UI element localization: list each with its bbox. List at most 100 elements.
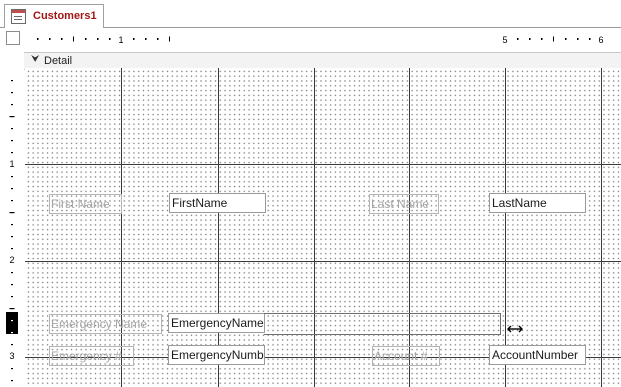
ruler-number: 3 <box>310 35 315 45</box>
ruler-number: 2 <box>214 35 219 45</box>
ruler-tick <box>253 38 255 40</box>
ruler-tick <box>73 36 74 42</box>
ruler-tick <box>9 308 15 310</box>
ruler-tick <box>145 38 147 40</box>
ruler-tick <box>229 38 231 40</box>
ruler-tick <box>529 38 531 40</box>
ruler-tick <box>361 36 362 42</box>
ruler-number: 2 <box>9 255 14 265</box>
emergency-number-label[interactable]: Emergency # <box>49 346 134 366</box>
ruler-tick <box>469 38 471 40</box>
ruler-tick <box>11 104 13 106</box>
ruler-tick <box>457 36 458 42</box>
ruler-tick <box>421 38 423 40</box>
tab-customers1[interactable]: Customers1 <box>4 4 104 28</box>
grid-line <box>314 68 315 387</box>
ruler-tick <box>11 368 13 370</box>
ruler-tick <box>11 152 13 154</box>
account-number-label[interactable]: Account # <box>372 346 440 366</box>
ruler-number: 3 <box>9 351 14 361</box>
ruler-tick <box>11 80 13 82</box>
ruler-tick <box>157 38 159 40</box>
ruler-tick <box>11 248 13 250</box>
grid-line <box>25 261 621 262</box>
account-number-textbox[interactable]: AccountNumber <box>489 345 586 365</box>
ruler-tick <box>11 200 13 202</box>
horizontal-ruler[interactable]: 1 2 3 4 5 6 <box>24 32 621 46</box>
ruler-tick <box>481 38 483 40</box>
ruler-tick <box>205 38 207 40</box>
form-icon <box>11 9 26 24</box>
emergency-name-label[interactable]: Emergency Name <box>49 314 162 334</box>
ruler-tick <box>181 38 183 40</box>
ruler-tick <box>277 38 279 40</box>
grid-line <box>25 164 621 165</box>
last-name-label[interactable]: Last Name <box>369 194 439 214</box>
ruler-tick <box>109 38 111 40</box>
ruler-tick <box>241 38 243 40</box>
ruler-tick <box>493 38 495 40</box>
design-grid[interactable] <box>25 68 621 387</box>
tab-title: Customers1 <box>33 10 97 22</box>
ruler-tick <box>11 272 13 274</box>
ruler-tick <box>289 38 291 40</box>
grid-line <box>121 68 122 387</box>
ruler-tick <box>11 296 13 298</box>
ruler-tick <box>11 236 13 238</box>
ruler-tick <box>169 36 170 42</box>
ruler-tick <box>445 38 447 40</box>
ruler-tick <box>541 38 543 40</box>
ruler-tick <box>11 128 13 130</box>
ruler-number: 4 <box>406 35 411 45</box>
ruler-tick <box>373 38 375 40</box>
ruler-tick <box>49 38 51 40</box>
first-name-textbox[interactable]: FirstName <box>169 193 266 213</box>
emergency-number-textbox[interactable]: EmergencyNumber <box>168 345 265 365</box>
section-label: Detail <box>44 55 73 67</box>
ruler-tick <box>37 38 39 40</box>
ruler-tick <box>397 38 399 40</box>
ruler-number: 1 <box>9 159 14 169</box>
textbox-resize-outline[interactable] <box>264 313 501 335</box>
ruler-tick <box>133 38 135 40</box>
grid-line <box>218 68 219 387</box>
grid-line <box>505 68 506 387</box>
ruler-tick <box>385 38 387 40</box>
horizontal-resize-cursor-icon <box>507 325 523 333</box>
ruler-tick <box>433 38 435 40</box>
ruler-tick <box>9 116 15 118</box>
form-selector[interactable] <box>6 31 20 45</box>
ruler-tick <box>325 38 327 40</box>
ruler-tick <box>9 212 15 214</box>
ruler-tick <box>11 320 13 322</box>
ruler-tick <box>97 38 99 40</box>
vruler-selection <box>6 312 18 334</box>
ruler-tick <box>589 38 591 40</box>
ruler-tick <box>11 92 13 94</box>
ruler-tick <box>193 38 195 40</box>
ruler-number: 1 <box>118 35 123 45</box>
ruler-tick <box>11 176 13 178</box>
ruler-number: 5 <box>502 35 507 45</box>
last-name-textbox[interactable]: LastName <box>489 193 586 213</box>
ruler-tick <box>85 38 87 40</box>
emergency-name-textbox[interactable]: EmergencyName <box>168 313 265 333</box>
section-arrow-icon: ⮟ <box>31 54 40 65</box>
ruler-tick <box>577 38 579 40</box>
ruler-number: 6 <box>598 35 603 45</box>
ruler-tick <box>11 284 13 286</box>
ruler-tick <box>553 36 554 42</box>
ruler-tick <box>565 38 567 40</box>
document-tab-bar: Customers1 <box>0 0 621 28</box>
ruler-tick <box>11 380 13 382</box>
ruler-tick <box>337 38 339 40</box>
ruler-tick <box>517 38 519 40</box>
vertical-ruler[interactable]: 1 2 3 <box>0 68 22 387</box>
ruler-tick <box>11 332 13 334</box>
ruler-tick <box>11 344 13 346</box>
grid-line <box>409 68 410 387</box>
ruler-tick <box>11 140 13 142</box>
first-name-label[interactable]: First Name <box>49 194 122 214</box>
ruler-tick <box>301 38 303 40</box>
grid-line <box>601 68 602 387</box>
